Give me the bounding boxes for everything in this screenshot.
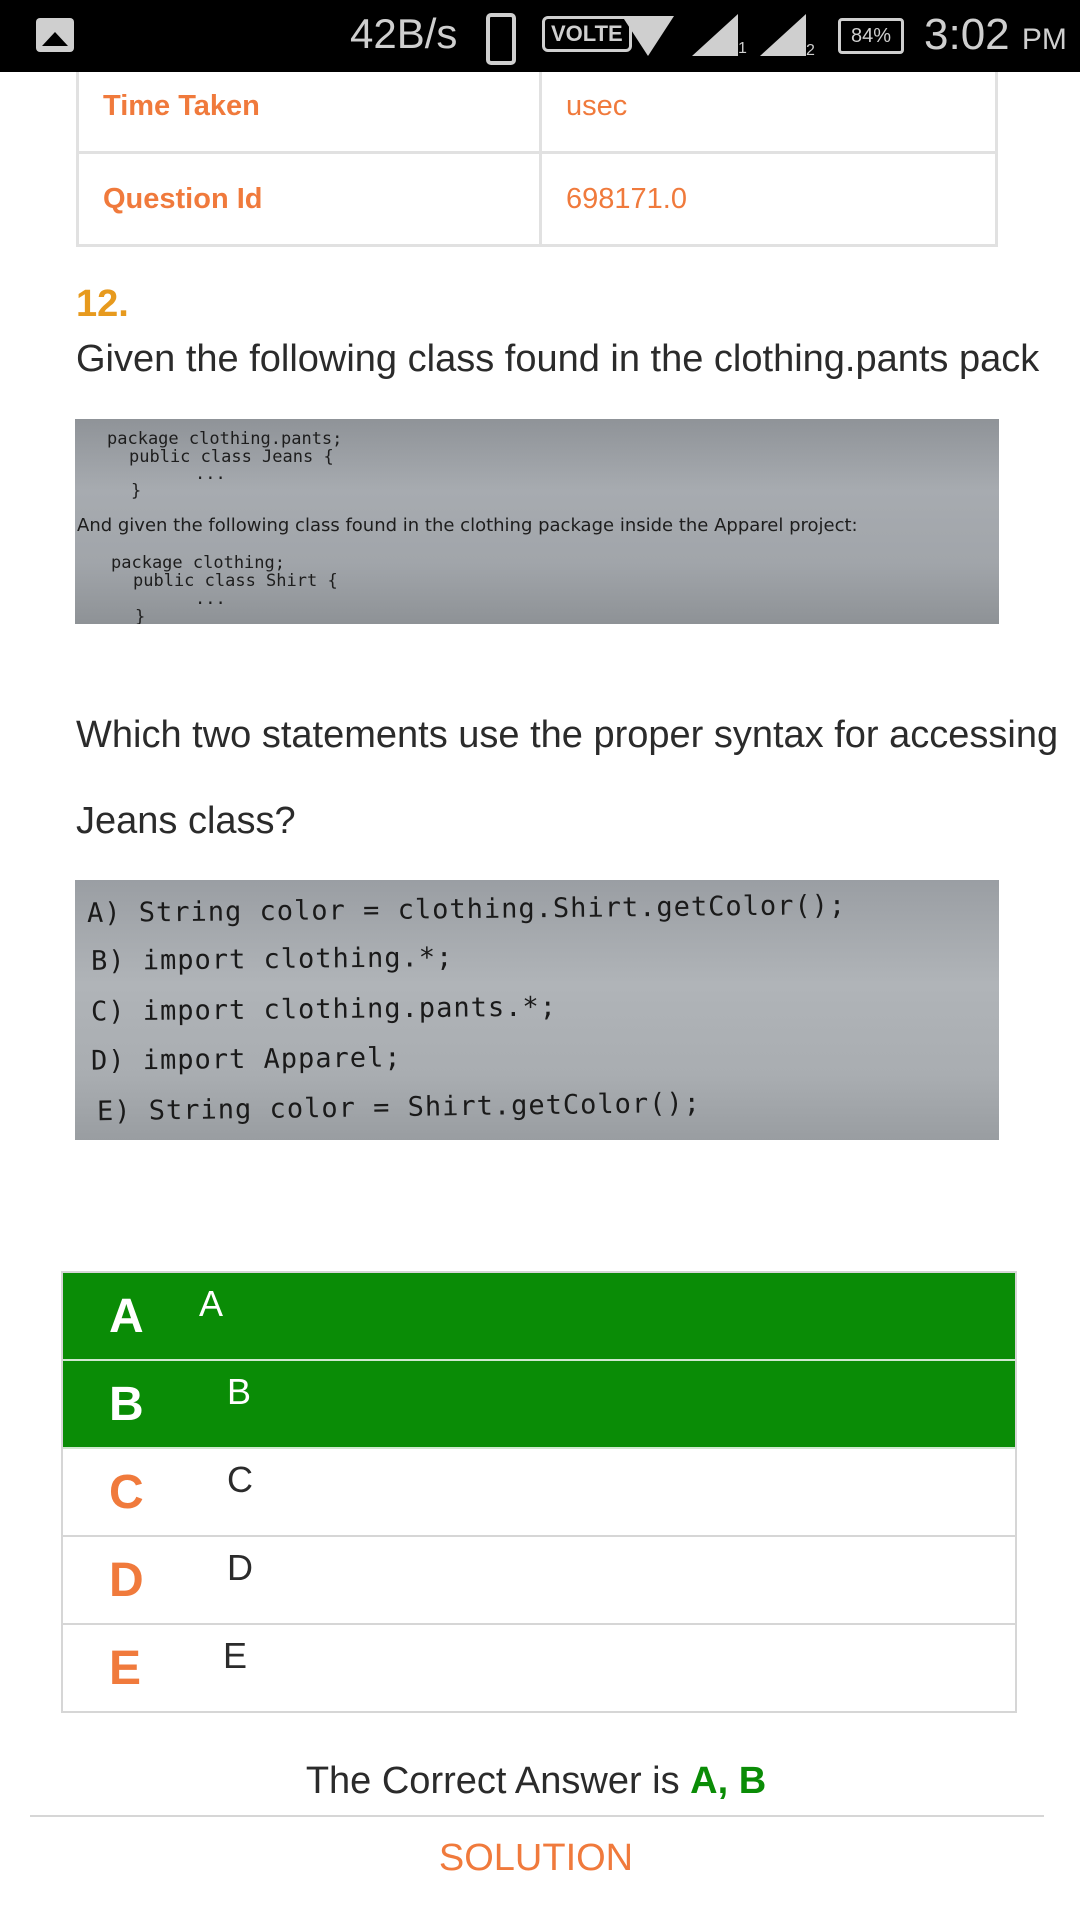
code-line: } (131, 481, 142, 501)
option-letter: A (109, 1290, 144, 1343)
question-number: 12. (76, 283, 129, 325)
gallery-icon (36, 18, 74, 52)
code-line: ... (195, 589, 226, 609)
info-key: Question Id (76, 151, 542, 247)
option-letter: E (109, 1642, 142, 1695)
correct-answer-prefix: The Correct Answer is (305, 1760, 691, 1802)
option-text: A (199, 1283, 224, 1324)
option-letter: B (109, 1378, 144, 1431)
image-sentence: And given the following class found in t… (77, 515, 858, 536)
volte-badge: VOLTE (542, 16, 632, 52)
sim2-label: 2 (806, 42, 815, 59)
status-bar: 42B/s VOLTE 1 2 84% 3:02 PM (0, 0, 1080, 72)
clock-ampm: PM (1021, 23, 1067, 56)
code-line: package clothing; (111, 553, 285, 573)
correct-answer: The Correct Answer is A, B (0, 1760, 1072, 1803)
option-letter: C (109, 1466, 144, 1519)
image-option: D) import Apparel; (90, 1042, 402, 1077)
option-text: C (227, 1459, 253, 1500)
option-letter: D (109, 1554, 144, 1607)
solution-button[interactable]: SOLUTION (0, 1837, 1072, 1880)
clock-time: 3:02 (924, 10, 1010, 59)
answer-options: A A B B C C D D E E (61, 1271, 1017, 1713)
image-option: E) String color = Shirt.getColor(); (96, 1087, 702, 1128)
code-line: public class Shirt { (133, 571, 338, 591)
divider (30, 1815, 1044, 1817)
option-text: D (227, 1547, 253, 1588)
info-value: 698171.0 (539, 151, 998, 247)
correct-answer-value: A, B (690, 1760, 767, 1802)
answer-option-d[interactable]: D D (63, 1537, 1015, 1625)
image-option: B) import clothing.*; (90, 942, 454, 977)
network-speed: 42B/s (350, 10, 458, 57)
answer-option-c[interactable]: C C (63, 1449, 1015, 1537)
code-line: package clothing.pants; (107, 429, 343, 449)
phone-icon (486, 13, 516, 65)
wifi-icon (622, 16, 674, 56)
table-row: Question Id 698171.0 (76, 151, 998, 247)
option-text: B (227, 1371, 252, 1412)
code-line: public class Jeans { (129, 447, 334, 467)
image-option: C) import clothing.pants.*; (90, 991, 558, 1028)
question-text: Given the following class found in the c… (76, 338, 1040, 380)
battery-icon: 84% (838, 18, 904, 54)
image-option: A) String color = clothing.Shirt.getColo… (86, 890, 847, 929)
question-text: Jeans class? (76, 800, 296, 842)
option-text: E (223, 1635, 248, 1676)
sim1-label: 1 (738, 40, 747, 57)
clock: 3:02 PM (924, 10, 1067, 60)
signal-icon (692, 14, 738, 56)
answer-option-e[interactable]: E E (63, 1625, 1015, 1711)
question-text: Which two statements use the proper synt… (76, 714, 1059, 756)
answer-option-b[interactable]: B B (63, 1361, 1015, 1449)
signal-icon (760, 14, 806, 56)
code-line: ... (195, 464, 226, 484)
code-line: } (135, 607, 146, 624)
options-image: A) String color = clothing.Shirt.getColo… (75, 880, 999, 1140)
answer-option-a[interactable]: A A (63, 1273, 1015, 1361)
question-image: package clothing.pants; public class Jea… (75, 419, 999, 624)
